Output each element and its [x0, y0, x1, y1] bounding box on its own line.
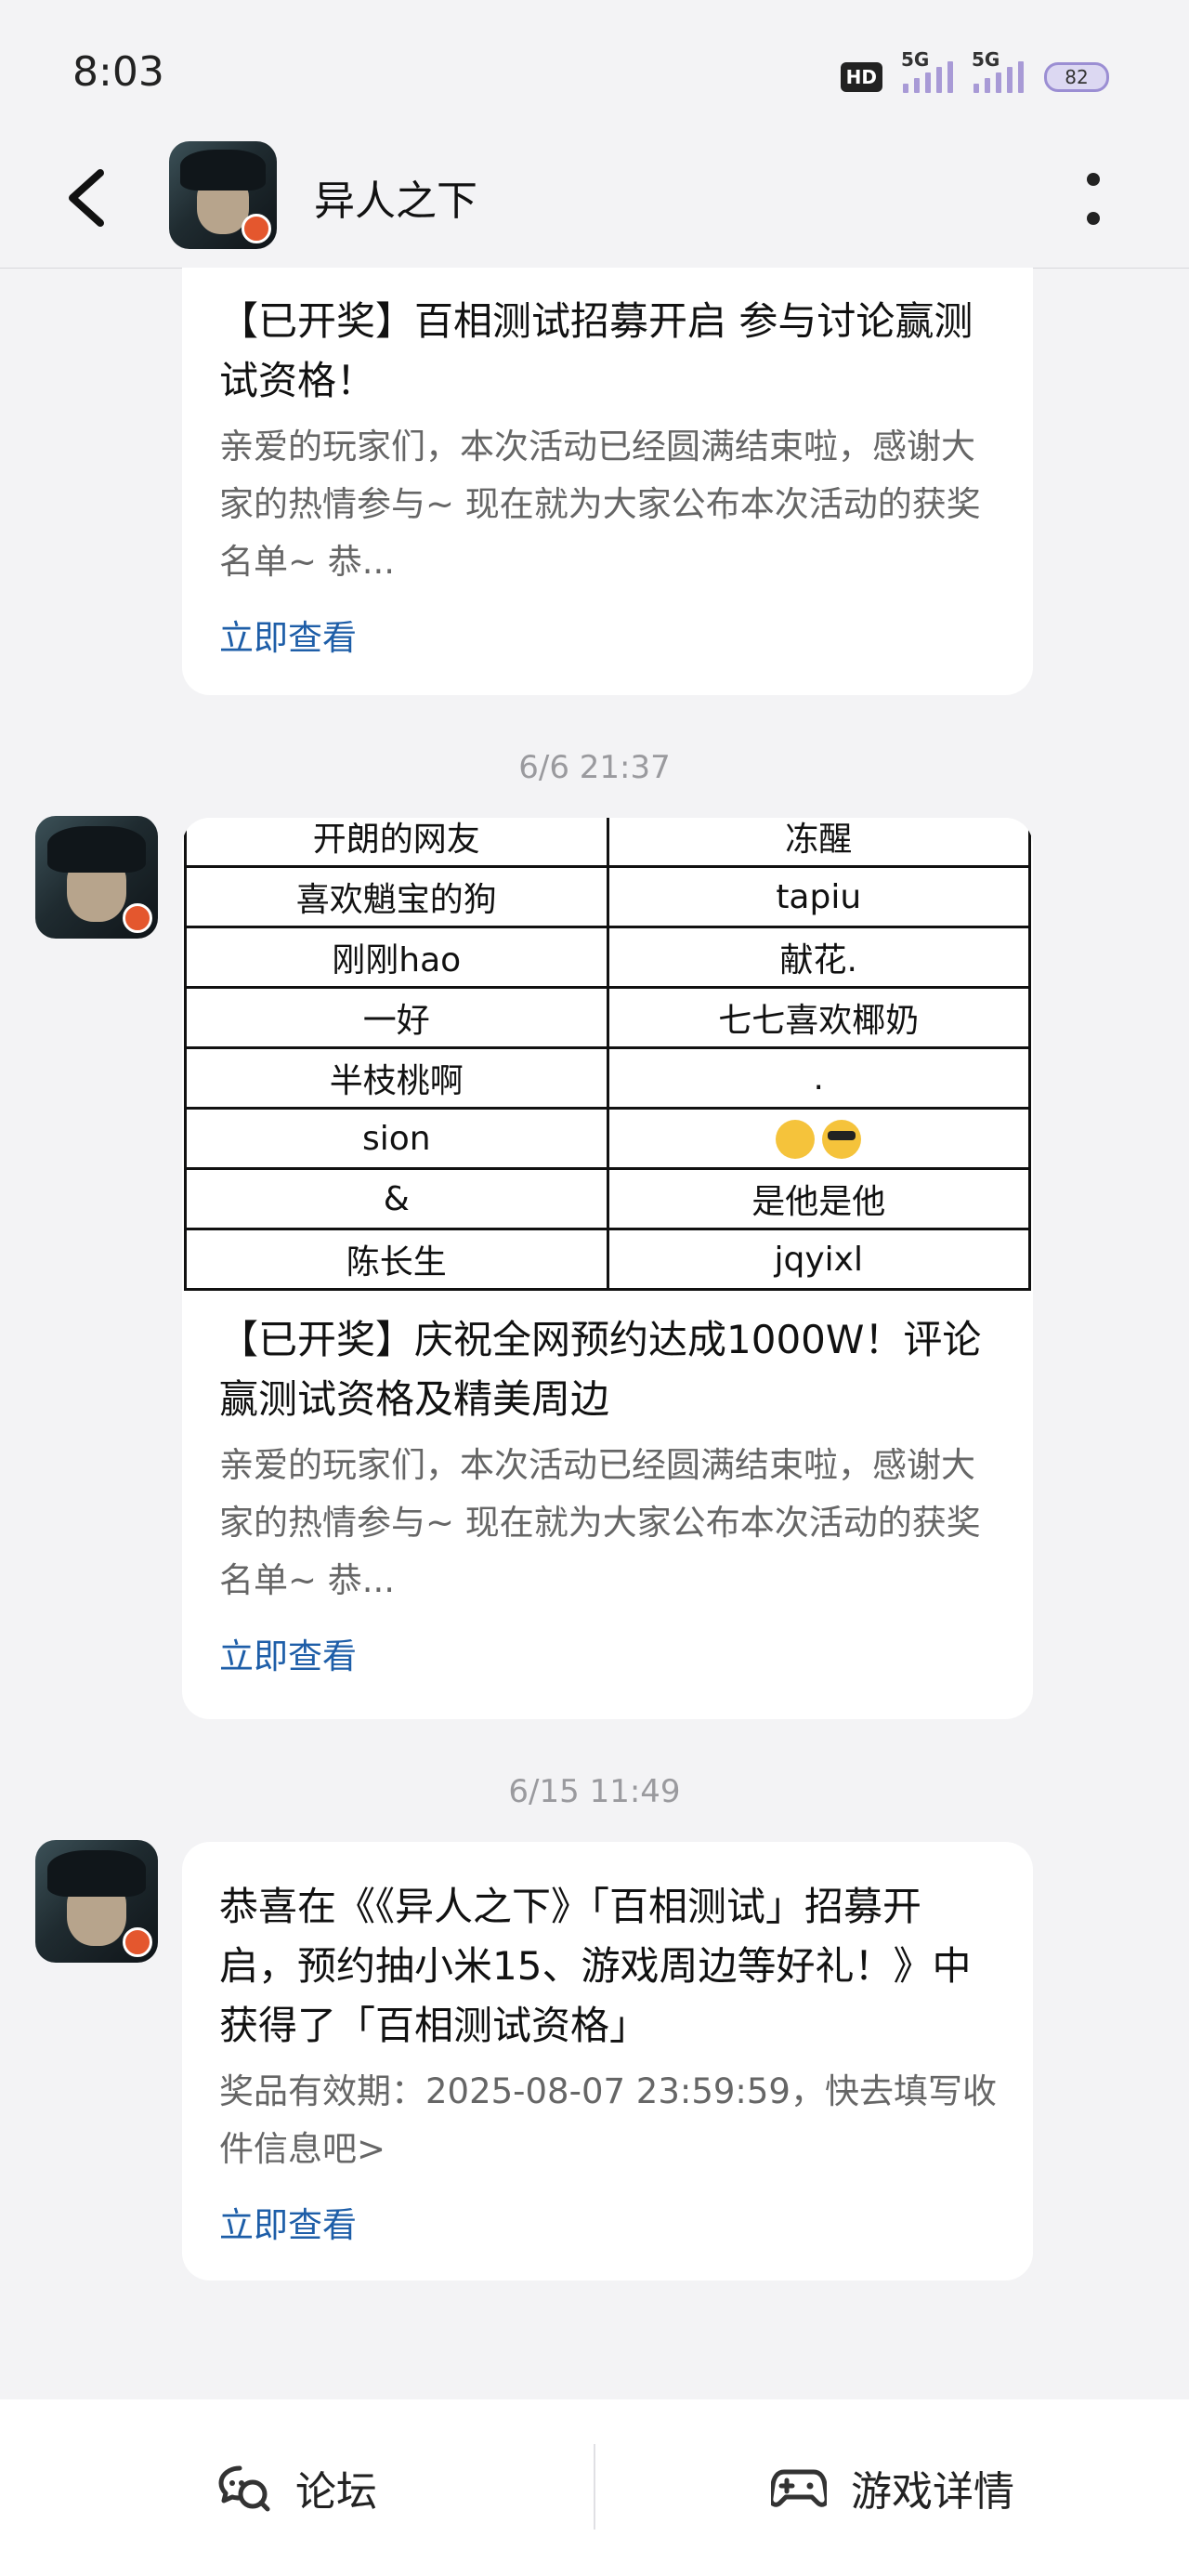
message-card[interactable]: 开朗的网友 冻醒 喜欢魈宝的狗 tapiu 刚刚hao 献花. 一好 七七喜欢椰奶 半枝… — [182, 818, 1033, 1719]
table-cell: 一好 — [184, 986, 609, 1049]
table-cell: 冻醒 — [606, 818, 1031, 868]
more-options-button[interactable] — [1085, 173, 1102, 225]
tab-divider — [594, 2444, 595, 2530]
signal-icon: 5G — [901, 48, 953, 93]
top-bar: 异人之下 — [0, 130, 1189, 269]
chat-bubbles-icon — [218, 2465, 270, 2512]
message-card[interactable]: 【已开奖】百相测试招募开启 参与讨论赢测试资格！ 亲爱的玩家们，本次活动已经圆满… — [182, 268, 1033, 695]
table-cell: sion — [184, 1107, 609, 1170]
card-title: 【已开奖】庆祝全网预约达成1000W！评论赢测试资格及精美周边 — [219, 1317, 982, 1422]
card-title: 恭喜在《《异人之下》「百相测试」招募开启，预约抽小米15、游戏周边等好礼！》中获… — [219, 1884, 972, 2048]
view-now-link[interactable]: 立即查看 — [219, 2197, 998, 2247]
table-cell: . — [606, 1046, 1031, 1110]
hd-icon: HD — [840, 62, 882, 92]
card-description: 亲爱的玩家们，本次活动已经圆满结束啦，感谢大家的热情参与~ 现在就为大家公布本次… — [219, 427, 981, 582]
winners-table-image: 开朗的网友 冻醒 喜欢魈宝的狗 tapiu 刚刚hao 献花. 一好 七七喜欢椰奶 半枝… — [182, 818, 1033, 1294]
forum-tab-label: 论坛 — [295, 2468, 377, 2516]
table-cell: 刚刚hao — [184, 926, 609, 989]
sender-avatar[interactable] — [35, 1840, 158, 1963]
message-card[interactable]: 恭喜在《《异人之下》「百相测试」招募开启，预约抽小米15、游戏周边等好礼！》中获… — [182, 1842, 1033, 2280]
game-avatar[interactable] — [169, 141, 277, 249]
view-now-link[interactable]: 立即查看 — [219, 610, 998, 660]
bottom-bar: 论坛 游戏详情 — [0, 2399, 1189, 2576]
table-cell: 是他是他 — [606, 1167, 1031, 1230]
neutral-face-emoji-icon — [776, 1119, 816, 1159]
game-detail-tab-label: 游戏详情 — [851, 2468, 1014, 2516]
back-button[interactable] — [58, 165, 123, 230]
table-cell: 喜欢魈宝的狗 — [184, 865, 609, 928]
battery-level: 82 — [1065, 66, 1089, 88]
more-dot-icon — [1087, 173, 1100, 186]
message-timestamp: 6/15 11:49 — [508, 1773, 681, 1810]
table-cell: 半枝桃啊 — [184, 1046, 609, 1110]
battery-icon: 82 — [1044, 62, 1109, 92]
table-cell: 七七喜欢椰奶 — [606, 986, 1031, 1049]
sender-avatar[interactable] — [35, 816, 158, 939]
sunglasses-emoji-icon — [822, 1119, 862, 1159]
table-cell: 陈长生 — [184, 1228, 609, 1291]
card-description: 亲爱的玩家们，本次活动已经圆满结束啦，感谢大家的热情参与~ 现在就为大家公布本次… — [219, 1445, 981, 1600]
table-cell: & — [184, 1167, 609, 1230]
table-cell: tapiu — [606, 865, 1031, 928]
table-cell-emoji — [606, 1107, 1031, 1170]
signal-icon: 5G — [972, 48, 1024, 93]
table-cell: 开朗的网友 — [184, 818, 609, 868]
more-dot-icon — [1087, 212, 1100, 225]
table-cell: 献花. — [606, 926, 1031, 989]
status-bar: 8:03 HD 5G 5G 82 — [0, 0, 1189, 149]
forum-tab[interactable]: 论坛 — [217, 2399, 377, 2576]
card-description: 奖品有效期：2025-08-07 23:59:59，快去填写收件信息吧> — [219, 2071, 997, 2169]
status-icons: HD 5G 5G 82 — [840, 48, 1109, 97]
message-timestamp: 6/6 21:37 — [518, 749, 671, 786]
chevron-left-icon — [69, 169, 104, 227]
table-cell: jqyixl — [606, 1228, 1031, 1291]
view-now-link[interactable]: 立即查看 — [219, 1628, 998, 1678]
card-title: 【已开奖】百相测试招募开启 参与讨论赢测试资格！ — [219, 298, 973, 403]
page-title: 异人之下 — [314, 177, 477, 225]
status-time: 8:03 — [72, 48, 164, 96]
gamepad-icon — [771, 2469, 827, 2507]
game-detail-tab[interactable]: 游戏详情 — [771, 2399, 1014, 2576]
